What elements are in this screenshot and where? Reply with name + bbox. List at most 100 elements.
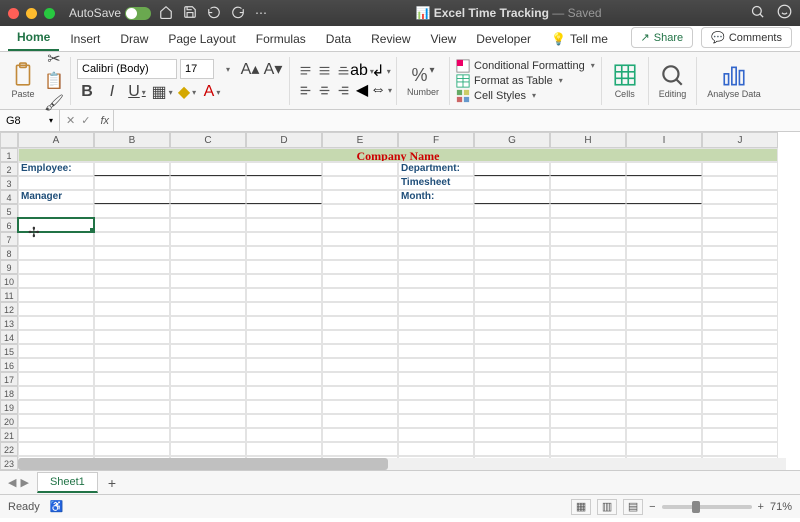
- column-header[interactable]: H: [550, 132, 626, 148]
- cell[interactable]: [626, 386, 702, 400]
- cell[interactable]: [322, 288, 398, 302]
- align-right-icon[interactable]: [334, 81, 352, 99]
- share-button[interactable]: ↗ Share: [631, 27, 694, 48]
- cell[interactable]: [94, 260, 170, 274]
- cell[interactable]: [398, 246, 474, 260]
- cell[interactable]: [626, 274, 702, 288]
- cell[interactable]: [474, 204, 550, 218]
- cell[interactable]: [702, 288, 778, 302]
- cell[interactable]: [322, 442, 398, 456]
- cell[interactable]: [18, 288, 94, 302]
- cell[interactable]: [94, 204, 170, 218]
- page-layout-view-button[interactable]: ▥: [597, 499, 617, 515]
- cell[interactable]: [550, 330, 626, 344]
- cell[interactable]: [94, 386, 170, 400]
- cell[interactable]: [702, 372, 778, 386]
- cell[interactable]: [94, 246, 170, 260]
- cell[interactable]: [626, 330, 702, 344]
- cell[interactable]: [18, 176, 94, 190]
- tab-view[interactable]: View: [422, 27, 466, 51]
- font-name-select[interactable]: [77, 59, 177, 79]
- cell[interactable]: [474, 414, 550, 428]
- cell[interactable]: [322, 218, 398, 232]
- row-header[interactable]: 12: [0, 302, 18, 316]
- cell[interactable]: [550, 190, 626, 204]
- cell[interactable]: [246, 274, 322, 288]
- column-header[interactable]: J: [702, 132, 778, 148]
- cell[interactable]: [170, 218, 246, 232]
- orientation-icon[interactable]: ab: [353, 62, 371, 80]
- cell[interactable]: [702, 218, 778, 232]
- cell[interactable]: [322, 400, 398, 414]
- cell[interactable]: [246, 204, 322, 218]
- sheet-nav-next[interactable]: ▶: [20, 476, 28, 489]
- sheet-tab-1[interactable]: Sheet1: [37, 472, 98, 493]
- row-header[interactable]: 5: [0, 204, 18, 218]
- cancel-icon[interactable]: ✕: [66, 114, 75, 127]
- cell[interactable]: [474, 288, 550, 302]
- cell[interactable]: [18, 344, 94, 358]
- cell[interactable]: [94, 428, 170, 442]
- cell[interactable]: [702, 274, 778, 288]
- cell[interactable]: [398, 260, 474, 274]
- undo-icon[interactable]: [207, 5, 221, 22]
- cell[interactable]: [626, 246, 702, 260]
- cell[interactable]: [170, 260, 246, 274]
- cell[interactable]: [702, 316, 778, 330]
- cell[interactable]: [170, 442, 246, 456]
- cell[interactable]: [170, 176, 246, 190]
- cell[interactable]: [170, 372, 246, 386]
- row-header[interactable]: 4: [0, 190, 18, 204]
- row-header[interactable]: 13: [0, 316, 18, 330]
- row-header[interactable]: 2: [0, 162, 18, 176]
- cell[interactable]: [94, 400, 170, 414]
- cells-group[interactable]: Cells: [608, 55, 642, 106]
- row-header[interactable]: 1: [0, 148, 18, 162]
- cell[interactable]: [474, 232, 550, 246]
- cell[interactable]: [398, 428, 474, 442]
- cell[interactable]: [474, 330, 550, 344]
- cell[interactable]: [94, 330, 170, 344]
- emoji-icon[interactable]: [777, 4, 792, 22]
- cell-styles-button[interactable]: Cell Styles: [456, 89, 595, 103]
- cell[interactable]: [474, 218, 550, 232]
- cell[interactable]: [398, 386, 474, 400]
- cell[interactable]: [246, 302, 322, 316]
- cell[interactable]: [18, 428, 94, 442]
- cell[interactable]: [550, 162, 626, 176]
- decrease-font-icon[interactable]: A▾: [263, 59, 283, 79]
- align-center-icon[interactable]: [315, 81, 333, 99]
- row-header[interactable]: 18: [0, 386, 18, 400]
- cell[interactable]: [474, 162, 550, 176]
- cell[interactable]: [702, 386, 778, 400]
- cell[interactable]: [18, 386, 94, 400]
- close-window[interactable]: [8, 8, 19, 19]
- column-header[interactable]: A: [18, 132, 94, 148]
- cell[interactable]: [322, 260, 398, 274]
- maximize-window[interactable]: [44, 8, 55, 19]
- cell[interactable]: [170, 204, 246, 218]
- row-header[interactable]: 14: [0, 330, 18, 344]
- cell[interactable]: [550, 428, 626, 442]
- tab-draw[interactable]: Draw: [111, 27, 157, 51]
- cell[interactable]: [246, 260, 322, 274]
- cell[interactable]: [18, 330, 94, 344]
- cell[interactable]: [474, 302, 550, 316]
- confirm-icon[interactable]: ✓: [81, 114, 90, 127]
- cell[interactable]: [170, 162, 246, 176]
- cell[interactable]: [474, 260, 550, 274]
- cell[interactable]: [626, 232, 702, 246]
- wrap-text-icon[interactable]: ↲: [372, 62, 390, 80]
- cell[interactable]: [246, 400, 322, 414]
- name-box[interactable]: G8 ▾: [0, 110, 60, 131]
- cell[interactable]: [246, 428, 322, 442]
- tab-tellme[interactable]: 💡 Tell me: [542, 27, 617, 51]
- number-group[interactable]: %▾ Number: [403, 55, 443, 106]
- cell[interactable]: [550, 246, 626, 260]
- increase-font-icon[interactable]: A▴: [240, 59, 260, 79]
- cell[interactable]: [702, 330, 778, 344]
- cell[interactable]: [94, 316, 170, 330]
- cell[interactable]: [18, 316, 94, 330]
- bold-button[interactable]: B: [77, 82, 97, 102]
- cell[interactable]: [322, 176, 398, 190]
